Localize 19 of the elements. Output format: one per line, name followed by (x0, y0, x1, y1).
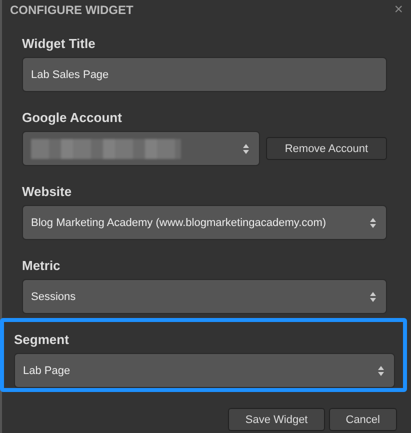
field-label: Segment (14, 332, 69, 348)
select-field[interactable]: Blog Marketing Academy (www.blogmarketingacademy.com) (22, 205, 387, 240)
select-field[interactable]: Sessions (22, 279, 387, 314)
dialog-title: CONFIGURE WIDGET (10, 2, 134, 18)
select-field[interactable] (22, 131, 260, 166)
field-label: Metric (22, 258, 60, 274)
select-arrows-icon (242, 144, 249, 154)
select-arrows-icon (370, 292, 376, 302)
select-arrows-icon (370, 218, 376, 228)
select-arrows-icon (378, 366, 384, 376)
field-label: Google Account (22, 110, 122, 126)
field-label: Widget Title (22, 36, 96, 52)
field-label: Website (22, 184, 72, 200)
select-field[interactable]: Lab Page (14, 353, 395, 388)
remove-account-button[interactable]: Remove Account (266, 137, 387, 160)
close-button[interactable]: × (392, 2, 405, 18)
text-field[interactable]: Lab Sales Page (22, 57, 387, 92)
dialog-button[interactable]: Cancel (328, 408, 397, 431)
dialog-button[interactable]: Save Widget (228, 408, 325, 431)
